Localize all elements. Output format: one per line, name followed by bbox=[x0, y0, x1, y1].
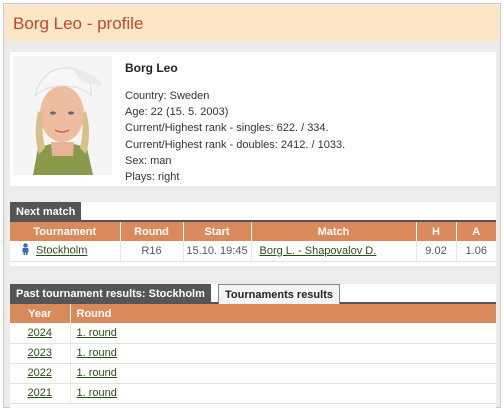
round-link[interactable]: 1. round bbox=[77, 367, 117, 379]
player-rank-doubles: Current/Highest rank - doubles: 2412. / … bbox=[125, 138, 346, 151]
player-age: Age: 22 (15. 5. 2003) bbox=[125, 106, 229, 119]
cell-start: 15.10. 19:45 bbox=[183, 241, 252, 262]
past-results-table: Year Round 2024 1. round 2023 1. round 2… bbox=[10, 304, 496, 404]
table-row: 2023 1. round bbox=[10, 343, 496, 364]
tab-next-match[interactable]: Next match bbox=[10, 202, 82, 222]
round-link[interactable]: 1. round bbox=[77, 347, 117, 359]
person-icon bbox=[21, 243, 30, 258]
col-start: Start bbox=[183, 222, 252, 241]
cell-year: 2021 bbox=[10, 383, 71, 404]
col-year: Year bbox=[10, 304, 71, 323]
cell-round: 1. round bbox=[70, 383, 496, 404]
cell-h: 9.02 bbox=[416, 241, 457, 262]
year-link[interactable]: 2022 bbox=[28, 367, 52, 379]
cell-tournament: Stockholm bbox=[10, 241, 121, 262]
title-bar: Borg Leo - profile bbox=[5, 5, 499, 41]
next-match-panel: Next match Tournament Round Start Match … bbox=[10, 202, 496, 266]
past-results-panel: Past tournament results: Stockholm Tourn… bbox=[10, 284, 496, 408]
round-link[interactable]: 1. round bbox=[77, 387, 117, 399]
year-link[interactable]: 2024 bbox=[28, 327, 52, 339]
year-link[interactable]: 2021 bbox=[28, 387, 52, 399]
year-link[interactable]: 2023 bbox=[28, 347, 52, 359]
cell-year: 2023 bbox=[10, 343, 71, 364]
profile-frame: Borg Leo - profile Borg Leo Country: Swe… bbox=[3, 3, 501, 408]
col-tournament: Tournament bbox=[10, 222, 121, 241]
tournament-link[interactable]: Stockholm bbox=[36, 245, 87, 257]
cell-round: 1. round bbox=[70, 323, 496, 344]
player-plays: Plays: right bbox=[125, 171, 180, 184]
round-link[interactable]: 1. round bbox=[77, 327, 117, 339]
player-country: Country: Sweden bbox=[125, 90, 210, 102]
player-name: Borg Leo bbox=[125, 61, 178, 75]
col-round: Round bbox=[70, 304, 496, 323]
table-row: 2024 1. round bbox=[10, 323, 496, 344]
table-row: Stockholm R16 15.10. 19:45 Borg L. - Sha… bbox=[10, 241, 496, 262]
player-sex: Sex: man bbox=[125, 154, 172, 167]
col-match: Match bbox=[251, 222, 417, 241]
cell-match: Borg L. - Shapovalov D. bbox=[251, 241, 417, 262]
past-results-tabrow: Past tournament results: Stockholm Tourn… bbox=[10, 284, 496, 304]
tab-tournaments-results[interactable]: Tournaments results bbox=[218, 284, 340, 304]
cell-year: 2024 bbox=[10, 323, 71, 344]
player-info: Country: Sweden Age: 22 (15. 5. 2003) Cu… bbox=[125, 88, 345, 185]
next-match-tabrow: Next match bbox=[10, 202, 496, 222]
cell-round: 1. round bbox=[70, 343, 496, 364]
tab-past-results[interactable]: Past tournament results: Stockholm bbox=[10, 284, 211, 304]
player-card: Borg Leo Country: Sweden Age: 22 (15. 5.… bbox=[10, 52, 496, 186]
cell-round: R16 bbox=[120, 241, 184, 262]
page-title: Borg Leo - profile bbox=[13, 14, 144, 33]
col-a: A bbox=[456, 222, 496, 241]
player-portrait-image bbox=[13, 56, 112, 175]
player-rank-singles: Current/Highest rank - singles: 622. / 3… bbox=[125, 122, 329, 135]
table-row: 2021 1. round bbox=[10, 383, 496, 404]
match-link[interactable]: Borg L. - Shapovalov D. bbox=[260, 245, 377, 257]
cell-year: 2022 bbox=[10, 363, 71, 384]
next-match-table: Tournament Round Start Match H A Stockho… bbox=[10, 222, 496, 262]
col-round: Round bbox=[120, 222, 184, 241]
col-h: H bbox=[416, 222, 457, 241]
table-row: 2022 1. round bbox=[10, 363, 496, 384]
cell-a: 1.06 bbox=[456, 241, 496, 262]
player-photo bbox=[13, 56, 112, 175]
cell-round: 1. round bbox=[70, 363, 496, 384]
